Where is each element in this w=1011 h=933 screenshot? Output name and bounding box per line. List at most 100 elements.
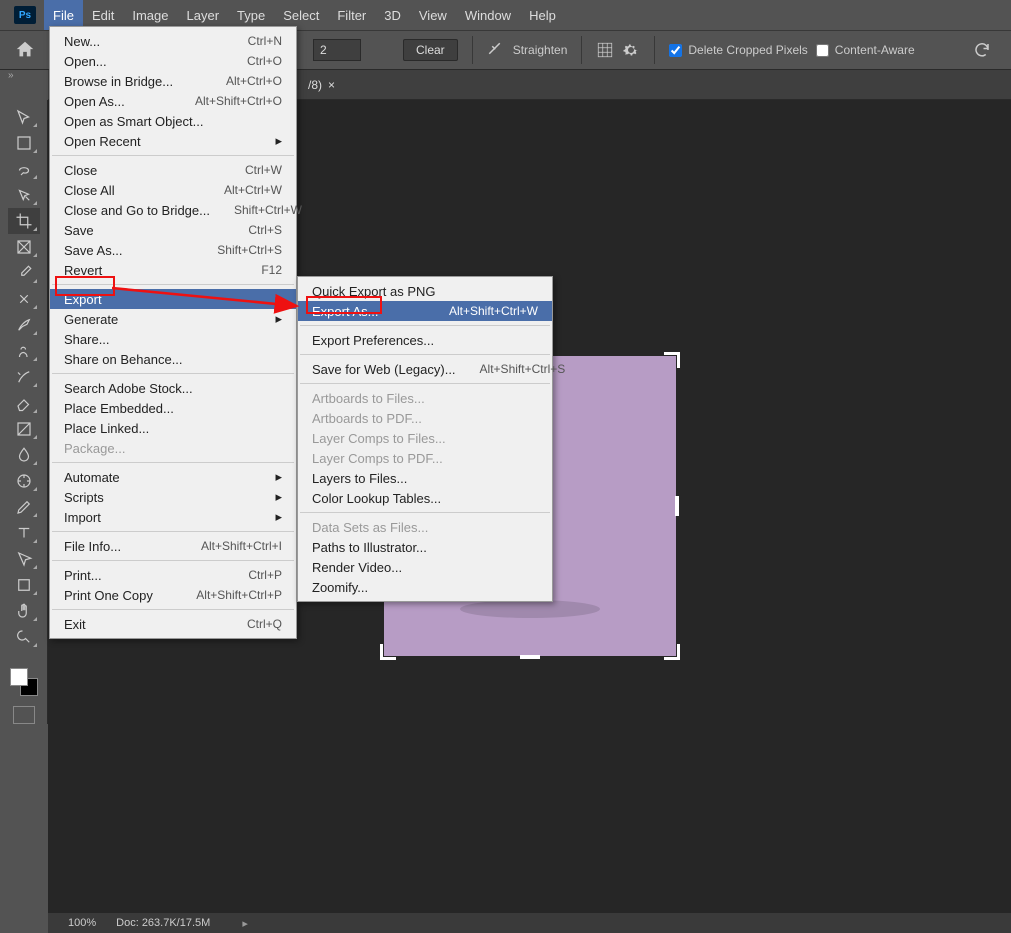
- file-menu-item-export[interactable]: Export▸: [50, 289, 296, 309]
- delete-cropped-checkbox[interactable]: Delete Cropped Pixels: [669, 43, 807, 57]
- file-menu-item-open-as-smart-object[interactable]: Open as Smart Object...: [50, 111, 296, 131]
- tool-crop[interactable]: [8, 208, 40, 234]
- file-menu-item-import[interactable]: Import▸: [50, 507, 296, 527]
- crop-handle-bottom[interactable]: [520, 655, 540, 659]
- zoom-level[interactable]: 100%: [68, 917, 96, 929]
- content-aware-checkbox[interactable]: Content-Aware: [816, 43, 915, 57]
- file-menu-item-revert[interactable]: RevertF12: [50, 260, 296, 280]
- menu-item-label: Open As...: [64, 94, 125, 109]
- menu-item-label: Close All: [64, 183, 115, 198]
- file-menu-item-close-all[interactable]: Close AllAlt+Ctrl+W: [50, 180, 296, 200]
- straighten-icon[interactable]: [487, 41, 505, 59]
- menu-separator: [300, 512, 550, 513]
- file-menu-item-open[interactable]: Open...Ctrl+O: [50, 51, 296, 71]
- menu-shortcut: Ctrl+P: [248, 568, 282, 582]
- tool-zoom[interactable]: [8, 624, 40, 650]
- tool-eyedropper[interactable]: [8, 260, 40, 286]
- chevron-right-icon[interactable]: ▸: [242, 917, 248, 930]
- tool-brush[interactable]: [8, 312, 40, 338]
- menu-item-label: Search Adobe Stock...: [64, 381, 193, 396]
- file-menu-item-scripts[interactable]: Scripts▸: [50, 487, 296, 507]
- gear-icon[interactable]: [622, 41, 640, 59]
- tool-clone[interactable]: [8, 338, 40, 364]
- home-icon[interactable]: [14, 39, 36, 61]
- menu-item-label: New...: [64, 34, 100, 49]
- ratio-input[interactable]: [313, 39, 361, 61]
- file-menu-item-file-info[interactable]: File Info...Alt+Shift+Ctrl+I: [50, 536, 296, 556]
- delete-cropped-input[interactable]: [669, 44, 682, 57]
- export-menu-item-zoomify[interactable]: Zoomify...: [298, 577, 552, 597]
- menu-view[interactable]: View: [410, 0, 456, 30]
- submenu-arrow-icon: ▸: [275, 133, 282, 149]
- color-swatches[interactable]: [8, 666, 40, 698]
- tool-marquee[interactable]: [8, 130, 40, 156]
- crop-handle-tr[interactable]: [664, 352, 680, 368]
- separator: [472, 36, 473, 64]
- file-menu-item-save-as[interactable]: Save As...Shift+Ctrl+S: [50, 240, 296, 260]
- crop-handle-bl[interactable]: [380, 644, 396, 660]
- file-menu-item-close-and-go-to-bridge[interactable]: Close and Go to Bridge...Shift+Ctrl+W: [50, 200, 296, 220]
- tool-lasso[interactable]: [8, 156, 40, 182]
- file-menu-item-automate[interactable]: Automate▸: [50, 467, 296, 487]
- export-menu-item-render-video[interactable]: Render Video...: [298, 557, 552, 577]
- export-menu-item-layers-to-files[interactable]: Layers to Files...: [298, 468, 552, 488]
- tool-gradient[interactable]: [8, 416, 40, 442]
- document-tab[interactable]: /8) ×: [300, 78, 343, 92]
- export-menu-item-quick-export-as-png[interactable]: Quick Export as PNG: [298, 281, 552, 301]
- file-menu-item-close[interactable]: CloseCtrl+W: [50, 160, 296, 180]
- tool-healing[interactable]: [8, 286, 40, 312]
- file-menu-item-open-recent[interactable]: Open Recent▸: [50, 131, 296, 151]
- content-aware-input[interactable]: [816, 44, 829, 57]
- tool-quick-select[interactable]: [8, 182, 40, 208]
- fg-color[interactable]: [10, 668, 28, 686]
- file-menu-item-place-embedded[interactable]: Place Embedded...: [50, 398, 296, 418]
- file-menu-item-generate[interactable]: Generate▸: [50, 309, 296, 329]
- menu-item-label: Open as Smart Object...: [64, 114, 203, 129]
- grid-icon[interactable]: [596, 41, 614, 59]
- crop-handle-right[interactable]: [675, 496, 679, 516]
- file-menu-item-place-linked[interactable]: Place Linked...: [50, 418, 296, 438]
- export-menu-item-data-sets-as-files: Data Sets as Files...: [298, 517, 552, 537]
- export-menu-item-export-as[interactable]: Export As...Alt+Shift+Ctrl+W: [298, 301, 552, 321]
- file-menu-item-share-on-behance[interactable]: Share on Behance...: [50, 349, 296, 369]
- menu-item-label: Layer Comps to PDF...: [312, 451, 443, 466]
- file-menu-item-exit[interactable]: ExitCtrl+Q: [50, 614, 296, 634]
- close-icon[interactable]: ×: [328, 78, 335, 92]
- tool-history-brush[interactable]: [8, 364, 40, 390]
- tool-pen[interactable]: [8, 494, 40, 520]
- menu-item-label: Zoomify...: [312, 580, 368, 595]
- reset-icon[interactable]: [973, 41, 991, 59]
- export-menu-item-color-lookup-tables[interactable]: Color Lookup Tables...: [298, 488, 552, 508]
- tool-hand[interactable]: [8, 598, 40, 624]
- export-menu-item-export-preferences[interactable]: Export Preferences...: [298, 330, 552, 350]
- file-menu-item-new[interactable]: New...Ctrl+N: [50, 31, 296, 51]
- file-menu-item-open-as[interactable]: Open As...Alt+Shift+Ctrl+O: [50, 91, 296, 111]
- quick-mask-icon[interactable]: [13, 706, 35, 724]
- menu-item-label: Data Sets as Files...: [312, 520, 428, 535]
- file-menu-item-save[interactable]: SaveCtrl+S: [50, 220, 296, 240]
- file-menu-item-browse-in-bridge[interactable]: Browse in Bridge...Alt+Ctrl+O: [50, 71, 296, 91]
- submenu-arrow-icon: ▸: [275, 311, 282, 327]
- file-menu-item-print[interactable]: Print...Ctrl+P: [50, 565, 296, 585]
- menu-item-label: Color Lookup Tables...: [312, 491, 441, 506]
- crop-handle-br[interactable]: [664, 644, 680, 660]
- menu-filter[interactable]: Filter: [328, 0, 375, 30]
- export-menu-item-save-for-web-legacy[interactable]: Save for Web (Legacy)...Alt+Shift+Ctrl+S: [298, 359, 552, 379]
- export-menu-item-paths-to-illustrator[interactable]: Paths to Illustrator...: [298, 537, 552, 557]
- menu-window[interactable]: Window: [456, 0, 520, 30]
- menu-item-label: Place Embedded...: [64, 401, 174, 416]
- tool-rectangle[interactable]: [8, 572, 40, 598]
- menu-3d[interactable]: 3D: [375, 0, 410, 30]
- tool-frame[interactable]: [8, 234, 40, 260]
- tool-type[interactable]: [8, 520, 40, 546]
- file-menu-item-share[interactable]: Share...: [50, 329, 296, 349]
- tool-move[interactable]: [8, 104, 40, 130]
- menu-help[interactable]: Help: [520, 0, 565, 30]
- file-menu-item-search-adobe-stock[interactable]: Search Adobe Stock...: [50, 378, 296, 398]
- file-menu-item-print-one-copy[interactable]: Print One CopyAlt+Shift+Ctrl+P: [50, 585, 296, 605]
- tool-blur[interactable]: [8, 442, 40, 468]
- tool-eraser[interactable]: [8, 390, 40, 416]
- clear-button[interactable]: Clear: [403, 39, 458, 61]
- tool-dodge[interactable]: [8, 468, 40, 494]
- tool-path-select[interactable]: [8, 546, 40, 572]
